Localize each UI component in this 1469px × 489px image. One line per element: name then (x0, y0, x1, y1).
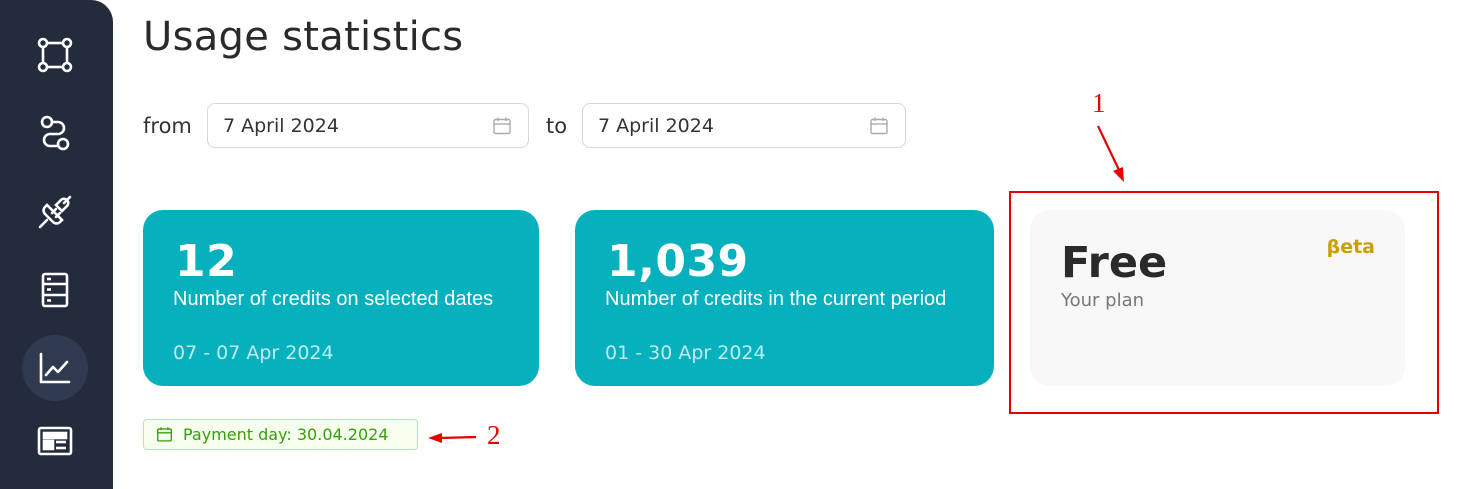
credits-selected-card: 12 Number of credits on selected dates 0… (143, 210, 539, 386)
server-icon (41, 272, 69, 308)
calendar-icon[interactable] (492, 116, 512, 136)
annotation-arrow-1 (1097, 125, 1121, 173)
sidebar-item-storage[interactable] (22, 257, 88, 323)
credits-period-range: 01 - 30 Apr 2024 (605, 342, 766, 364)
route-icon (40, 115, 70, 151)
sidebar-item-usage[interactable] (22, 335, 88, 401)
payment-day-label: Payment day: 30.04.2024 (183, 425, 389, 444)
from-date-input[interactable] (223, 104, 473, 147)
annotation-label-2: 2 (487, 420, 501, 450)
newspaper-icon (37, 426, 73, 456)
calendar-icon[interactable] (869, 116, 889, 136)
from-date-picker[interactable] (207, 103, 529, 148)
sidebar (0, 0, 113, 489)
credits-period-card: 1,039 Number of credits in the current p… (575, 210, 994, 386)
credits-period-label: Number of credits in the current period (605, 288, 947, 310)
plug-icon (38, 195, 72, 229)
annotation-box-1 (1009, 191, 1439, 414)
nodes-icon (37, 37, 73, 73)
sidebar-item-news[interactable] (22, 408, 88, 474)
sidebar-item-integrations[interactable] (22, 179, 88, 245)
chart-line-icon (39, 352, 71, 384)
annotation-label-1: 1 (1092, 88, 1106, 118)
credits-period-value: 1,039 (607, 236, 749, 287)
annotation-arrowhead-2 (428, 433, 442, 443)
page-title: Usage statistics (143, 14, 464, 60)
sidebar-item-workflows[interactable] (22, 22, 88, 88)
credits-selected-label: Number of credits on selected dates (173, 288, 494, 310)
calendar-icon (157, 427, 172, 442)
credits-selected-range: 07 - 07 Apr 2024 (173, 342, 334, 364)
sidebar-item-routes[interactable] (22, 100, 88, 166)
to-date-picker[interactable] (582, 103, 906, 148)
credits-selected-value: 12 (175, 236, 238, 287)
to-date-input[interactable] (598, 104, 848, 147)
payment-day-badge: Payment day: 30.04.2024 (143, 419, 418, 450)
to-label: to (546, 114, 568, 138)
annotation-arrowhead-1 (1113, 167, 1124, 182)
annotation-arrow-2 (439, 435, 477, 440)
app-root: Usage statistics from to 12 Number of cr… (0, 0, 1469, 489)
from-label: from (143, 114, 192, 138)
